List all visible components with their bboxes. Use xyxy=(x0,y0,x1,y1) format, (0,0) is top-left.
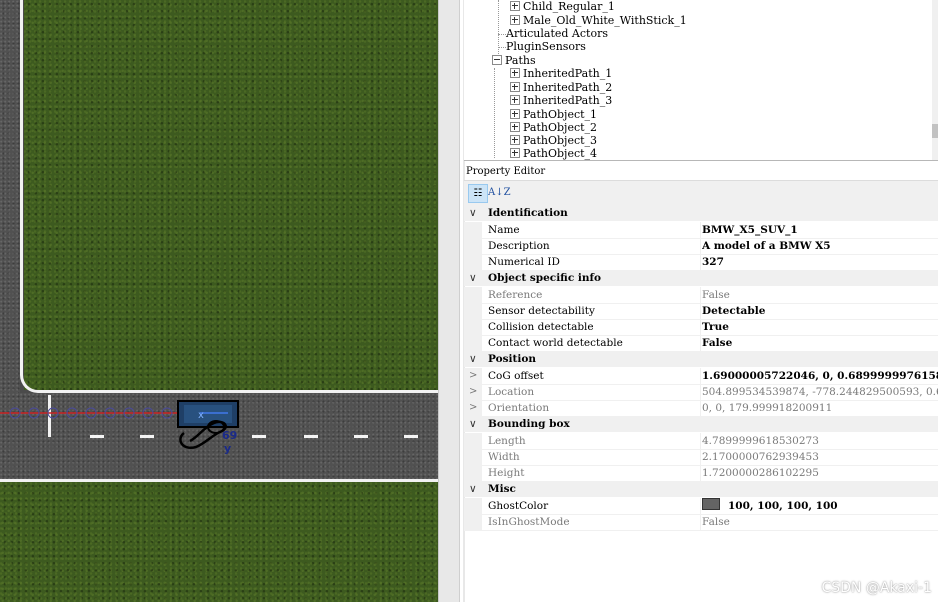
category-position[interactable]: ∨ Position xyxy=(464,351,938,367)
collapse-minus-icon[interactable] xyxy=(492,55,502,65)
tree-item-label: PathObject_3 xyxy=(523,134,598,147)
road-vertical xyxy=(0,0,20,395)
chevron-down-icon[interactable]: ∨ xyxy=(469,481,477,497)
tree-item[interactable]: InheritedPath_1 xyxy=(510,67,612,80)
tree-scrollbar[interactable] xyxy=(932,0,938,160)
ghost-color-value: 100, 100, 100, 100 xyxy=(728,500,838,512)
path-overlay[interactable] xyxy=(0,395,438,465)
expand-plus-icon[interactable] xyxy=(510,109,520,119)
tree-item-label: PluginSensors xyxy=(506,40,586,53)
tree-item[interactable]: PathObject_2 xyxy=(510,121,597,134)
chevron-down-icon[interactable]: ∨ xyxy=(469,351,477,367)
tree-item[interactable]: PathObject_3 xyxy=(510,134,597,147)
panel-splitter[interactable] xyxy=(438,0,465,602)
tree-item-label: PathObject_4 xyxy=(523,147,598,160)
ghost-color-swatch[interactable] xyxy=(702,498,720,510)
tree-guide-line xyxy=(498,0,499,54)
tree-item-label: Articulated Actors xyxy=(506,27,608,40)
tree-scrollbar-thumb[interactable] xyxy=(932,124,938,138)
property-row[interactable]: Description A model of a BMW X5 xyxy=(464,238,938,255)
scene-viewport[interactable]: x 69 y xyxy=(0,0,438,602)
tree-item[interactable]: Articulated Actors xyxy=(506,27,608,40)
expand-plus-icon[interactable] xyxy=(510,148,520,158)
chevron-down-icon[interactable]: ∨ xyxy=(469,416,477,432)
tree-item[interactable]: PathObject_4 xyxy=(510,147,597,160)
vehicle-y-axis-label: y xyxy=(224,442,232,455)
chevron-down-icon[interactable]: ∨ xyxy=(469,205,477,221)
vehicle-x-axis-label: x xyxy=(198,410,204,421)
category-object-specific-info[interactable]: ∨ Object specific info xyxy=(464,270,938,286)
scene-tree[interactable]: Child_Regular_1 Male_Old_White_WithStick… xyxy=(464,0,938,161)
property-row[interactable]: > CoG offset 1.69000005722046, 0, 0.689999… xyxy=(464,368,938,385)
property-row[interactable]: IsInGhostMode False xyxy=(464,514,938,531)
tree-item-label: Male_Old_White_WithStick_1 xyxy=(523,14,687,27)
property-row[interactable]: Length 4.7899999618530273 xyxy=(464,433,938,450)
tree-item[interactable]: Paths xyxy=(492,54,536,67)
property-row[interactable]: Reference False xyxy=(464,287,938,304)
tree-item-label: InheritedPath_2 xyxy=(523,81,613,94)
property-row[interactable]: Collision detectable True xyxy=(464,319,938,336)
property-row[interactable]: Sensor detectability Detectable xyxy=(464,303,938,320)
curb-corner-line xyxy=(20,0,438,393)
category-identification[interactable]: ∨ Identification xyxy=(464,205,938,221)
property-row[interactable]: > Location 504.899534539874, -778.24482950… xyxy=(464,384,938,401)
tree-item-label: InheritedPath_3 xyxy=(523,94,613,107)
sort-az-icon[interactable]: A↓Z xyxy=(488,184,511,201)
tree-connector xyxy=(498,47,506,48)
property-row[interactable]: > Orientation 0, 0, 179.999918200911 xyxy=(464,400,938,417)
property-row[interactable]: Width 2.1700000762939453 xyxy=(464,449,938,466)
property-row[interactable]: Numerical ID 327 xyxy=(464,254,938,271)
watermark: CSDN @Akaxi-1 xyxy=(821,580,932,596)
category-misc[interactable]: ∨ Misc xyxy=(464,481,938,497)
splitter-handle[interactable] xyxy=(459,0,463,602)
expand-plus-icon[interactable] xyxy=(510,135,520,145)
property-grid[interactable]: ∨ Identification Name BMW_X5_SUV_1 Descrip… xyxy=(464,205,938,535)
expand-plus-icon[interactable] xyxy=(510,68,520,78)
tree-item[interactable]: InheritedPath_3 xyxy=(510,94,612,107)
expand-plus-icon[interactable] xyxy=(510,15,520,25)
property-row[interactable]: Name BMW_X5_SUV_1 xyxy=(464,222,938,239)
tree-item-label: PathObject_2 xyxy=(523,121,598,134)
category-bounding-box[interactable]: ∨ Bounding box xyxy=(464,416,938,432)
tree-item-label: PathObject_1 xyxy=(523,108,598,121)
chevron-right-icon[interactable]: > xyxy=(469,384,477,400)
expand-plus-icon[interactable] xyxy=(510,1,520,11)
tree-item[interactable]: PathObject_1 xyxy=(510,108,597,121)
categorized-icon[interactable]: ☷ xyxy=(468,184,488,203)
vehicle-id-tag: 69 xyxy=(222,429,238,442)
property-row[interactable]: GhostColor 100, 100, 100, 100 xyxy=(464,498,938,515)
chevron-down-icon[interactable]: ∨ xyxy=(469,270,477,286)
chevron-right-icon[interactable]: > xyxy=(469,368,477,384)
tree-item[interactable]: InheritedPath_2 xyxy=(510,81,612,94)
tree-item-label: Paths xyxy=(505,54,536,67)
grass-area-bottom xyxy=(0,482,438,602)
tree-item[interactable]: PluginSensors xyxy=(506,40,586,53)
chevron-right-icon[interactable]: > xyxy=(469,400,477,416)
tree-connector xyxy=(498,34,506,35)
tree-item-label: InheritedPath_1 xyxy=(523,67,613,80)
property-row[interactable]: Contact world detectable False xyxy=(464,335,938,352)
property-editor-toolbar: ☷ A↓Z xyxy=(464,180,938,206)
expand-plus-icon[interactable] xyxy=(510,95,520,105)
tree-item-label: Child_Regular_1 xyxy=(523,0,615,13)
property-row[interactable]: Height 1.7200000286102295 xyxy=(464,465,938,482)
tree-item[interactable]: Child_Regular_1 xyxy=(510,0,615,13)
tree-guide-line xyxy=(494,68,495,158)
property-editor-title: Property Editor xyxy=(466,166,546,177)
tree-item[interactable]: Male_Old_White_WithStick_1 xyxy=(510,14,687,27)
curb-line-bottom xyxy=(0,479,438,482)
expand-plus-icon[interactable] xyxy=(510,82,520,92)
expand-plus-icon[interactable] xyxy=(510,122,520,132)
